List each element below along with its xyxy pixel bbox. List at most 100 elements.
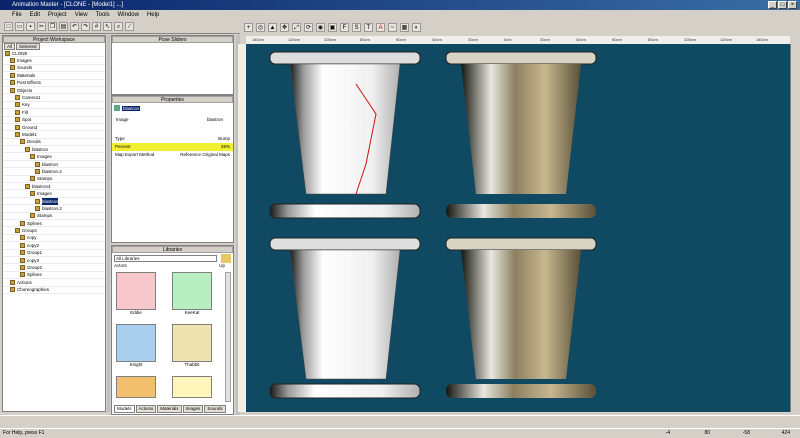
property-row[interactable]: Map Export Method Reference Original Maps — [112, 151, 233, 159]
maximize-button[interactable]: □ — [778, 1, 787, 9]
tree-item-label: Ground — [22, 124, 38, 130]
properties-rows: Type Bump Percent 25% Map Export Method Refer… — [112, 135, 233, 159]
property-row[interactable]: Percent 25% — [112, 143, 233, 151]
vase-wireframe-top[interactable] — [269, 51, 421, 219]
tree-item-icon — [20, 235, 25, 241]
tree-item[interactable]: copy3 — [3, 257, 105, 265]
splitter[interactable] — [107, 35, 110, 412]
vase-wireframe-bottom[interactable] — [269, 237, 421, 399]
tree-item[interactable]: Stamps — [3, 213, 105, 220]
vase-carved-bottom[interactable] — [445, 237, 597, 398]
tree-item[interactable]: copy — [3, 235, 105, 243]
copy-icon[interactable]: ❐ — [48, 22, 57, 31]
tree-item-label: Decals — [27, 139, 41, 145]
image-value[interactable]: blastron — [207, 117, 223, 122]
library-scrollbar[interactable] — [225, 272, 231, 402]
property-value: Reference Original Maps — [180, 152, 230, 157]
render-icon[interactable]: ◉ — [316, 22, 325, 32]
tree-item[interactable]: Ground — [3, 124, 105, 132]
tree-item[interactable]: Choreographies — [3, 287, 105, 294]
lathe-icon[interactable]: ◎ — [256, 22, 265, 32]
undo-icon[interactable]: ↶ — [70, 22, 79, 31]
modeling-viewport[interactable] — [246, 44, 790, 412]
tree-item-label: Spot — [22, 117, 32, 123]
tree-item-label: Key — [22, 102, 30, 108]
camera-icon[interactable]: ▣ — [328, 22, 337, 32]
menu-window[interactable]: Window — [118, 10, 139, 20]
scale-icon[interactable]: ⤢ — [292, 22, 301, 32]
tree-item[interactable]: Groups — [3, 227, 105, 235]
save-icon[interactable]: ▪ — [26, 22, 35, 31]
vase-carved-top[interactable] — [445, 51, 597, 218]
up-folder-icon[interactable] — [221, 253, 231, 263]
library-item-6[interactable] — [172, 376, 212, 420]
tab-images[interactable]: Images — [182, 405, 204, 413]
menu-project[interactable]: Project — [48, 10, 67, 20]
extrude-icon[interactable]: ▲ — [268, 22, 277, 32]
window-titlebar: Animation Master - [CLONE - [Model1] ...… — [0, 0, 800, 10]
library-item-thabbit[interactable]: Thabbit — [172, 324, 212, 368]
library-item-5[interactable] — [116, 376, 156, 420]
tree-item[interactable]: Objects — [3, 87, 105, 95]
new-icon[interactable]: □ — [4, 22, 13, 31]
tree-item[interactable]: Camera1 — [3, 94, 105, 102]
menu-view[interactable]: View — [75, 10, 88, 20]
open-icon[interactable]: ▭ — [15, 22, 24, 31]
tree-item[interactable]: Group1 — [3, 250, 105, 257]
add-mode-icon[interactable]: + — [244, 22, 253, 32]
rotate-icon[interactable]: ⟳ — [304, 22, 313, 32]
menu-edit[interactable]: Edit — [30, 10, 40, 20]
side-view-icon[interactable]: S — [352, 22, 361, 32]
library-item-eddie[interactable]: Eddie — [116, 272, 156, 316]
zoom-icon[interactable]: ⌕ — [114, 22, 123, 31]
tab-materials[interactable]: Materials — [157, 405, 182, 413]
redo-icon[interactable]: ↷ — [81, 22, 90, 31]
tab-actions[interactable]: Actions — [135, 405, 157, 413]
lock-icon[interactable]: ▦ — [400, 22, 409, 32]
spline-icon[interactable]: ~ — [388, 22, 397, 32]
tree-item-icon — [15, 109, 20, 115]
hide-icon[interactable]: ◐ — [412, 22, 421, 32]
select-icon[interactable]: ↖ — [103, 22, 112, 31]
top-view-icon[interactable]: T — [364, 22, 373, 32]
menu-tools[interactable]: Tools — [96, 10, 110, 20]
property-row[interactable]: Type Bump — [112, 135, 233, 143]
library-item-keekat[interactable]: KeeKat — [172, 272, 212, 316]
grid-icon[interactable]: # — [92, 22, 101, 31]
tree-item[interactable]: copy2 — [3, 242, 105, 250]
translate-icon[interactable]: ✥ — [280, 22, 289, 32]
project-workspace-title: Project Workspace — [3, 36, 105, 43]
bone-icon[interactable]: ∕ — [125, 22, 134, 31]
tree-item[interactable]: Key — [3, 102, 105, 110]
tree-item[interactable]: blastron4 — [3, 183, 105, 191]
library-dropdown[interactable]: All Libraries — [114, 254, 217, 262]
library-item-knight[interactable]: Knight — [116, 324, 156, 368]
tree-item-label: blastron4 — [32, 183, 51, 189]
tree-item-label: blastron.2 — [42, 205, 62, 211]
tab-models[interactable]: Models — [114, 405, 135, 413]
tree-item-icon — [15, 228, 20, 234]
keekat-thumbnail — [172, 272, 212, 310]
ruler-label: 120cm — [288, 37, 301, 42]
tree-item[interactable]: Group2 — [3, 264, 105, 272]
tree-item[interactable]: Spot — [3, 117, 105, 124]
tree-item[interactable]: blastron.2 — [3, 168, 105, 176]
tab-sounds[interactable]: Sounds — [204, 405, 226, 413]
close-button[interactable]: × — [788, 1, 797, 9]
tree-item[interactable]: Stamps — [3, 176, 105, 184]
tree-item[interactable]: Splines — [3, 220, 105, 228]
menu-file[interactable]: File — [12, 10, 22, 20]
paste-icon[interactable]: ▤ — [59, 22, 68, 31]
tree-item[interactable]: blastron — [3, 146, 105, 154]
cut-icon[interactable]: ✂ — [37, 22, 46, 31]
text-icon[interactable]: A — [376, 22, 385, 32]
menu-help[interactable]: Help — [147, 10, 159, 20]
properties-selected-name[interactable]: blastron — [122, 105, 141, 111]
tree-item[interactable]: Fill — [3, 109, 105, 117]
tree-item[interactable]: Decals — [3, 139, 105, 147]
tree-item[interactable]: Model1 — [3, 131, 105, 139]
tree-item[interactable]: blastron.2 — [3, 205, 105, 213]
front-view-icon[interactable]: F — [340, 22, 349, 32]
minimize-button[interactable]: _ — [768, 1, 777, 9]
tree-item-label: Groups — [22, 228, 37, 234]
